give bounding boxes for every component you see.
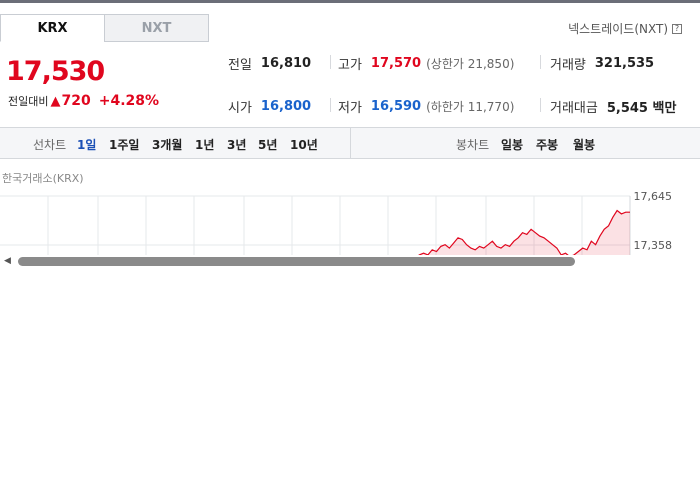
stat-value: 17,570 bbox=[370, 56, 422, 71]
stat-label: 전일 bbox=[228, 58, 252, 73]
period-1d[interactable]: 1일 bbox=[77, 136, 96, 153]
stat-prev-close: 전일 16,810 bbox=[228, 54, 311, 73]
period-10y[interactable]: 10년 bbox=[290, 136, 318, 153]
stat-label: 시가 bbox=[228, 101, 252, 116]
nextrade-label: 넥스트레이드(NXT) bbox=[568, 22, 668, 36]
stat-open: 시가 16,800 bbox=[228, 97, 311, 116]
candle-chart-label: 봉차트 bbox=[456, 138, 490, 152]
change-value: 720 bbox=[61, 93, 91, 109]
divider bbox=[540, 55, 541, 69]
tab-nxt[interactable]: NXT bbox=[104, 14, 209, 42]
line-chart-label: 선차트 bbox=[33, 138, 67, 152]
divider bbox=[330, 55, 331, 69]
divider bbox=[540, 98, 541, 112]
scroll-left-icon[interactable]: ◀ bbox=[4, 256, 11, 266]
upper-limit: (상한가 21,850) bbox=[426, 57, 515, 71]
chart-scrollbar[interactable]: ◀ bbox=[0, 255, 700, 268]
stat-label: 거래량 bbox=[550, 58, 586, 73]
stat-volume: 거래량 321,535 bbox=[550, 54, 654, 73]
stat-value: 321,535 bbox=[594, 56, 655, 71]
current-price: 17,530 bbox=[6, 56, 105, 87]
stat-value: 16,590 bbox=[370, 99, 422, 114]
y-tick-bottom: 17,358 bbox=[633, 239, 673, 252]
stat-amount: 거래대금 5,545 백만 bbox=[550, 97, 676, 116]
up-triangle-icon: ▲ bbox=[50, 93, 61, 109]
period-1y[interactable]: 1년 bbox=[195, 136, 214, 153]
stat-label: 거래대금 bbox=[550, 101, 598, 116]
y-tick-top: 17,645 bbox=[633, 190, 673, 203]
chart-toolbar: 선차트 1일 1주일 3개월 1년 3년 5년 10년 봉차트 일봉 주봉 월봉 bbox=[0, 127, 700, 159]
chart-caption: 한국거래소(KRX) bbox=[2, 172, 84, 185]
candle-weekly[interactable]: 주봉 bbox=[536, 136, 558, 153]
price-change: 전일대비 ▲ 720 +4.28% bbox=[8, 93, 159, 109]
nextrade-link[interactable]: 넥스트레이드(NXT) ? bbox=[568, 20, 682, 37]
period-3m[interactable]: 3개월 bbox=[152, 136, 182, 153]
candle-monthly[interactable]: 월봉 bbox=[573, 136, 595, 153]
help-icon[interactable]: ? bbox=[672, 23, 682, 34]
stat-value: 16,810 bbox=[260, 56, 312, 71]
period-5y[interactable]: 5년 bbox=[258, 136, 277, 153]
candle-daily[interactable]: 일봉 bbox=[501, 136, 523, 153]
stat-value: 5,545 백만 bbox=[606, 101, 677, 116]
stat-label: 저가 bbox=[338, 101, 362, 116]
divider bbox=[330, 98, 331, 112]
lower-limit: (하한가 11,770) bbox=[426, 100, 515, 114]
period-1w[interactable]: 1주일 bbox=[109, 136, 139, 153]
period-3y[interactable]: 3년 bbox=[227, 136, 246, 153]
price-chart: 17,645 17,358 bbox=[0, 190, 700, 256]
stat-high: 고가 17,570 (상한가 21,850) bbox=[338, 54, 514, 73]
toolbar-divider bbox=[350, 128, 351, 158]
change-percent: +4.28% bbox=[98, 93, 160, 109]
stat-low: 저가 16,590 (하한가 11,770) bbox=[338, 97, 514, 116]
price-chart-svg bbox=[0, 195, 631, 256]
scroll-thumb[interactable] bbox=[18, 257, 575, 266]
stat-value: 16,800 bbox=[260, 99, 312, 114]
top-border bbox=[0, 0, 700, 3]
change-label: 전일대비 bbox=[8, 95, 49, 108]
stat-label: 고가 bbox=[338, 58, 362, 73]
tab-krx[interactable]: KRX bbox=[0, 14, 105, 42]
